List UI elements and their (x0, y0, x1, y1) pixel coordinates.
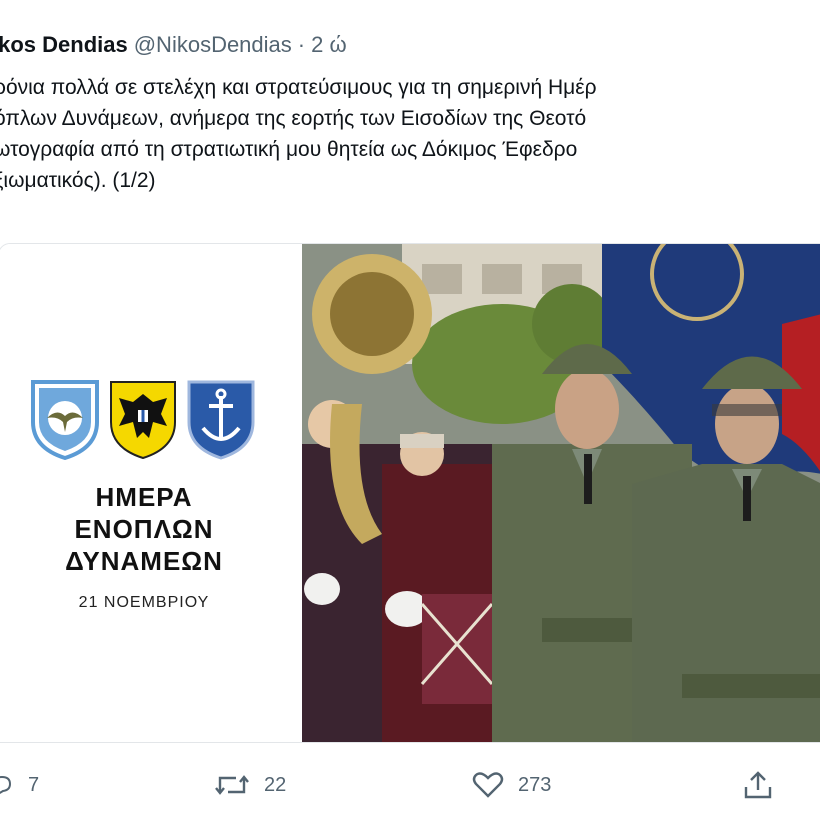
tweet-text-line: όπλων Δυνάμεων, ανήμερα της εορτής των Ε… (0, 107, 587, 130)
retweet-count: 22 (264, 773, 287, 796)
parade-photo-illustration (302, 244, 820, 742)
tweet-timestamp[interactable]: 2 ώ (311, 32, 347, 57)
tweet-text-line: ωτογραφία από τη στρατιωτική μου θητεία … (0, 138, 578, 161)
reply-count: 7 (28, 773, 40, 796)
card-title-line: ΕΝΟΠΛΩΝ (74, 514, 214, 544)
tweet[interactable]: ikos Dendias @NikosDendias · 2 ώ ρόνια πολλ… (0, 0, 820, 820)
navy-emblem-icon (185, 376, 257, 460)
card-date: 21 ΝΟΕΜΒΡΙΟΥ (78, 594, 210, 611)
card-title-line: ΔΥΝΑΜΕΩΝ (65, 546, 223, 576)
logos-row (29, 376, 259, 466)
tweet-text-line: ρόνια πολλά σε στελέχη και στρατεύσιμους… (0, 76, 597, 99)
heart-icon (472, 772, 504, 798)
tweet-media[interactable]: ΗΜΕΡΑ ΕΝΟΠΛΩΝ ΔΥΝΑΜΕΩΝ 21 ΝΟΕΜΒΡΙΟΥ (0, 243, 820, 743)
share-button[interactable] (742, 765, 774, 805)
share-icon (744, 771, 772, 799)
card-title: ΗΜΕΡΑ ΕΝΟΠΛΩΝ ΔΥΝΑΜΕΩΝ (0, 481, 289, 577)
tweet-actions: 7 22 273 (0, 765, 820, 805)
reply-button[interactable]: 7 (0, 765, 39, 805)
card-title-line: ΗΜΕΡΑ (95, 482, 193, 512)
retweet-button[interactable]: 22 (214, 765, 286, 805)
army-emblem-icon (107, 376, 179, 460)
parade-photo[interactable] (302, 244, 820, 742)
tweet-text: ρόνια πολλά σε στελέχη και στρατεύσιμους… (0, 72, 820, 196)
like-count: 273 (518, 773, 552, 796)
air-force-emblem-icon (29, 376, 101, 461)
tweet-text-line: ξιωματικός). (1/2) (0, 169, 156, 192)
like-button[interactable]: 273 (472, 765, 551, 805)
author-handle[interactable]: @NikosDendias (134, 32, 292, 57)
reply-icon (0, 775, 12, 794)
armed-forces-day-card[interactable]: ΗΜΕΡΑ ΕΝΟΠΛΩΝ ΔΥΝΑΜΕΩΝ 21 ΝΟΕΜΒΡΙΟΥ (0, 244, 301, 742)
author-name[interactable]: ikos Dendias (0, 32, 128, 57)
tweet-header: ikos Dendias @NikosDendias · 2 ώ (0, 30, 347, 60)
retweet-icon (215, 775, 249, 795)
header-separator: · (297, 32, 306, 57)
